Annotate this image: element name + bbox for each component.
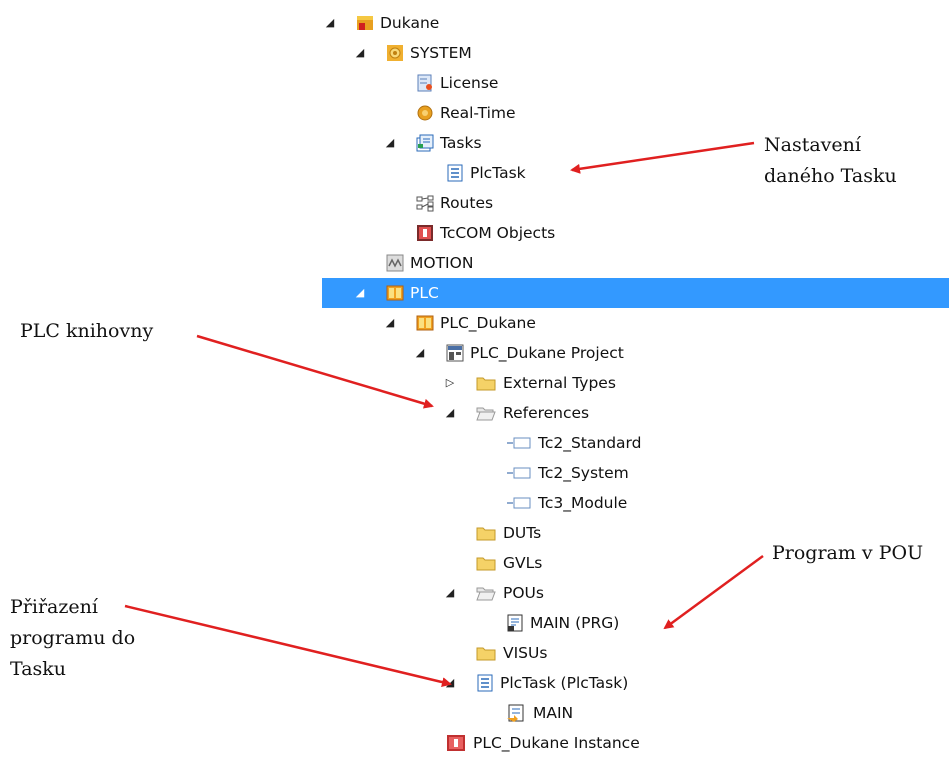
arrow-to-main-prg xyxy=(663,554,764,630)
arrow-to-plctask xyxy=(570,141,755,174)
annotation-arrows xyxy=(124,141,764,687)
arrow-to-references xyxy=(196,334,434,409)
arrow-to-plctask-assignment xyxy=(124,604,452,687)
